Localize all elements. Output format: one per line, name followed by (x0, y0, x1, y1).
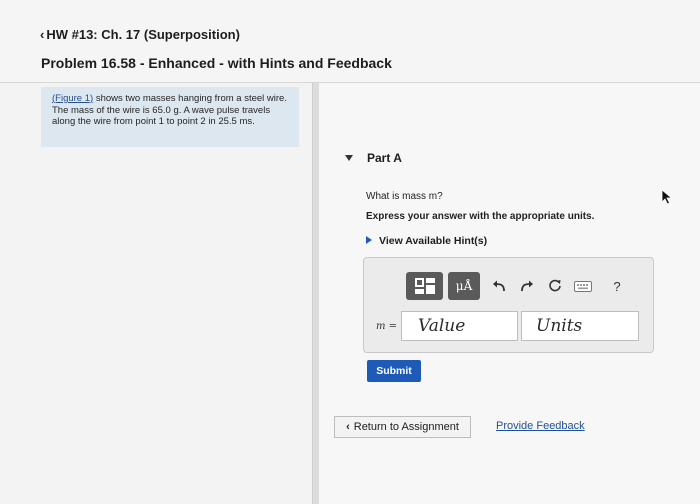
problem-text: (Figure 1) shows two masses hanging from… (52, 93, 292, 128)
problem-statement: (Figure 1) shows two masses hanging from… (41, 87, 299, 147)
answer-box: μÅ ? m = Value Units (363, 257, 654, 353)
redo-button[interactable] (516, 272, 538, 300)
hint-link-label: View Available Hint(s) (379, 235, 488, 247)
figure-link[interactable]: (Figure 1) (52, 93, 93, 104)
breadcrumb-label: HW #13: Ch. 17 (Superposition) (46, 27, 240, 42)
templates-icon (414, 278, 435, 294)
variable-label: m = (376, 321, 398, 332)
value-input[interactable] (401, 311, 518, 341)
reset-button[interactable] (544, 272, 566, 300)
page-header: ‹ HW #13: Ch. 17 (Superposition) Problem … (0, 0, 700, 83)
question-label: What is mass m? (366, 191, 443, 202)
submit-button[interactable]: Submit (367, 360, 421, 382)
part-label: Part A (367, 151, 402, 165)
instructions: Express your answer with the appropriate… (366, 211, 595, 222)
units-symbols-button[interactable]: μÅ (448, 272, 480, 300)
help-button[interactable]: ? (606, 272, 628, 300)
provide-feedback-link[interactable]: Provide Feedback (496, 420, 585, 432)
units-input[interactable] (521, 311, 639, 341)
math-toolbar: μÅ ? (406, 270, 638, 302)
question-text: What is mass m? (366, 191, 443, 202)
mouse-cursor-icon (661, 189, 673, 205)
keyboard-button[interactable] (572, 272, 594, 300)
keyboard-icon (574, 280, 592, 292)
undo-icon (493, 280, 505, 292)
templates-button[interactable] (406, 272, 443, 300)
page-title: Problem 16.58 - Enhanced - with Hints an… (41, 55, 392, 71)
redo-icon (521, 280, 533, 292)
reset-icon (549, 279, 561, 292)
chevron-left-icon: ‹ (40, 27, 45, 42)
return-to-assignment-button[interactable]: ‹ Return to Assignment (334, 416, 471, 438)
breadcrumb[interactable]: ‹ HW #13: Ch. 17 (Superposition) (40, 27, 240, 42)
collapse-triangle-icon[interactable] (345, 155, 353, 161)
view-hints-link[interactable]: View Available Hint(s) (366, 235, 487, 247)
expand-triangle-icon (366, 236, 372, 244)
chevron-left-icon: ‹ (346, 421, 350, 433)
undo-button[interactable] (488, 272, 510, 300)
return-button-label: Return to Assignment (353, 421, 459, 433)
